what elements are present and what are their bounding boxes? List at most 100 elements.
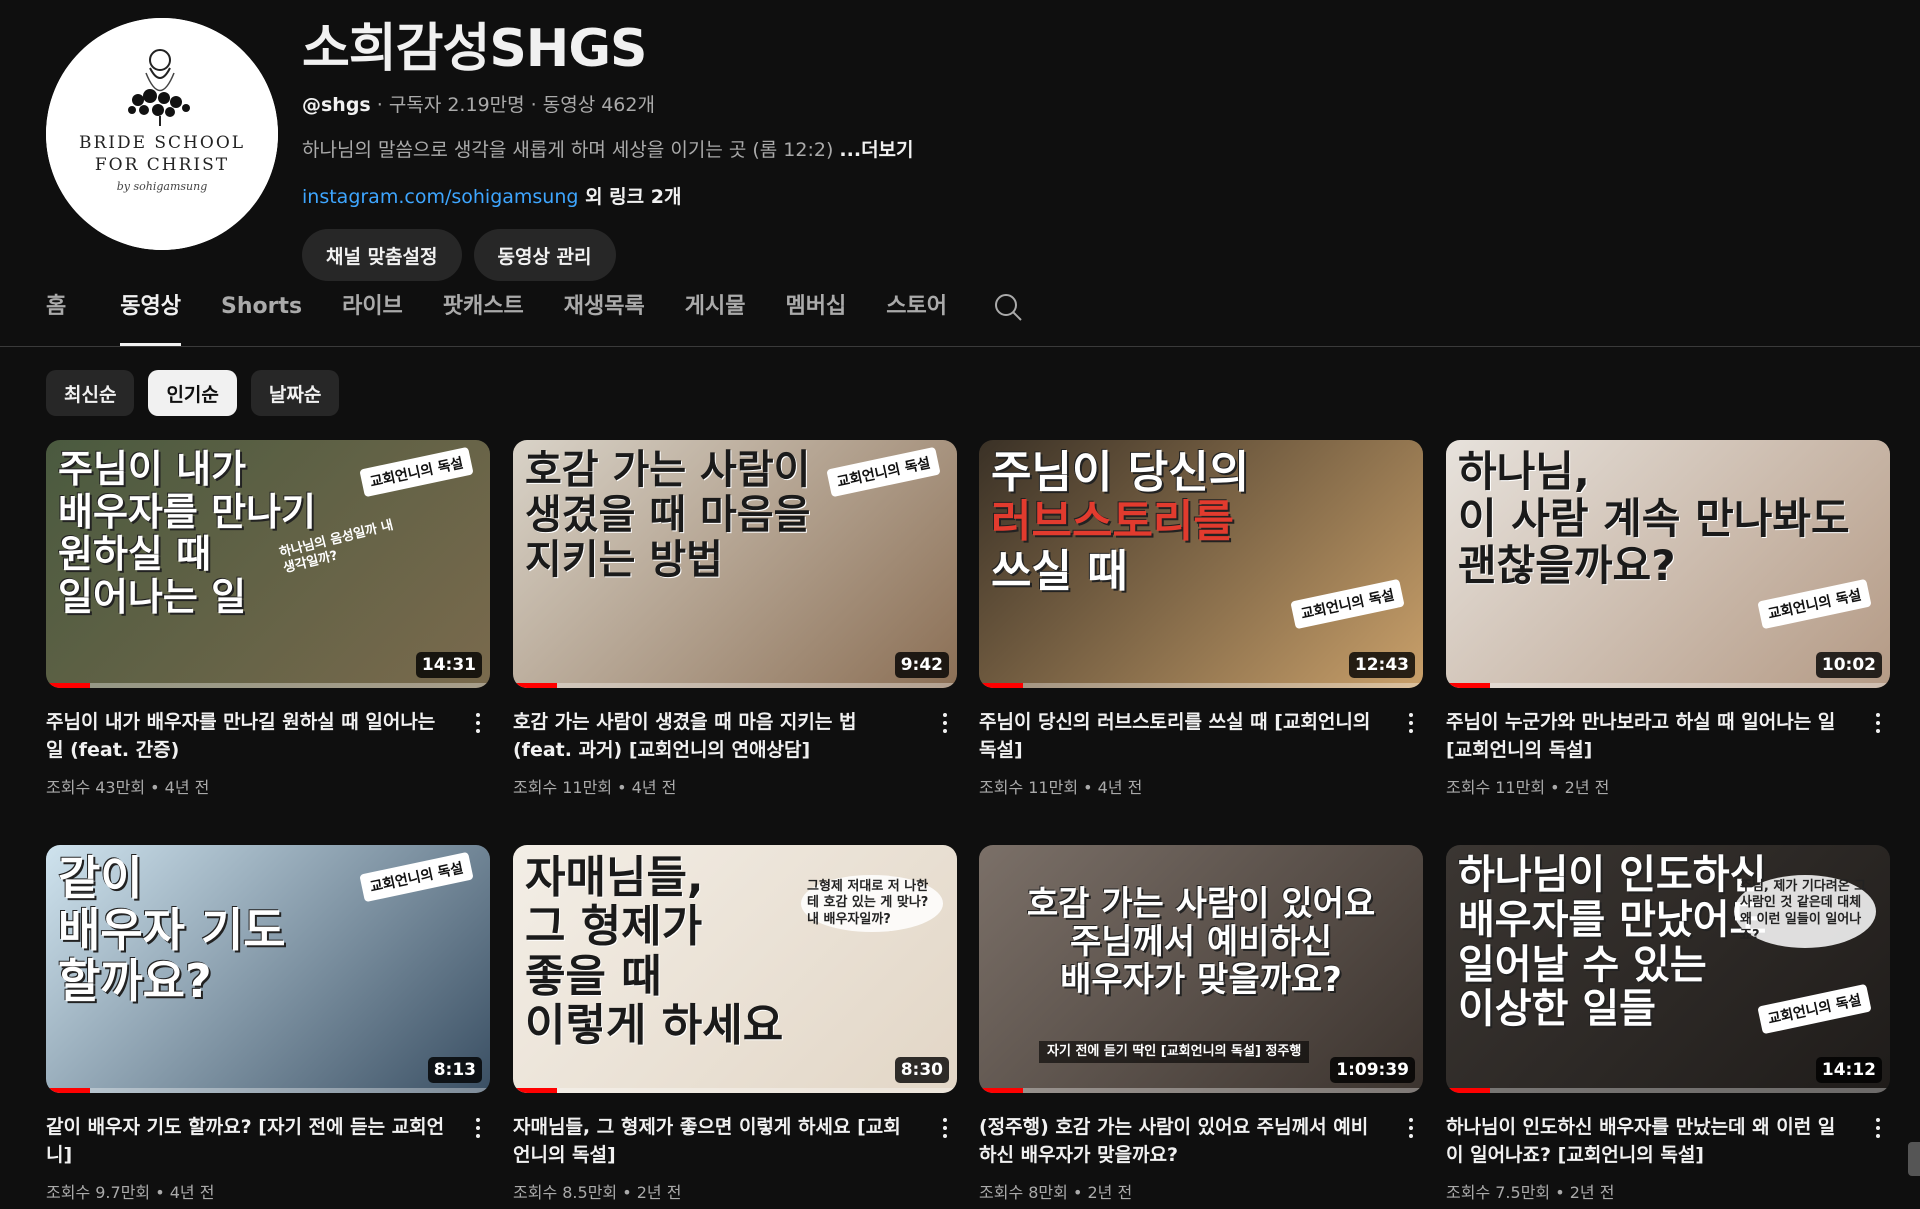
channel-info: 소희감성SHGS @shgs · 구독자 2.19만명 · 동영상 462개 하… [302,18,914,281]
video-card[interactable]: 같이 배우자 기도 할까요? 교회언니의 독설 8:13 같이 배우자 기도 할까요? [… [46,845,490,1203]
video-title[interactable]: 하나님이 인도하신 배우자를 만났는데 왜 이런 일이 일어나죠? [교회언니의… [1446,1113,1846,1169]
video-duration: 14:12 [1815,1057,1882,1083]
video-card[interactable]: 주님이 당신의 러브스토리를 쓰실 때 교회언니의 독설 12:43 주님이 당신의 러브… [979,440,1423,798]
thumbnail-text-line: 좋을 때 [525,950,662,1002]
more-options-icon[interactable] [1866,708,1890,738]
thumbnail-text-line: 이렇게 하세요 [525,999,784,1051]
more-options-icon[interactable] [1399,708,1423,738]
video-title[interactable]: 같이 배우자 기도 할까요? [자기 전에 듣는 교회언니] [46,1113,446,1169]
channel-meta: @shgs · 구독자 2.19만명 · 동영상 462개 [302,90,914,117]
watch-progress-fill [979,1088,1024,1093]
thumbnail-text-line: 러브스토리를 [991,496,1234,548]
channel-description[interactable]: 하나님의 말씀으로 생각을 새롭게 하며 세상을 이기는 곳 (롬 12:2) … [302,135,914,162]
tab-posts[interactable]: 게시물 [685,292,746,346]
video-card[interactable]: 하나님이 인도하신 배우자를 만났어도 일어날 수 있는 이상한 일들 주님, 제가 기… [1446,845,1890,1203]
avatar-logo: BRIDE SCHOOL FOR CHRIST by sohigamsung [46,18,278,250]
video-title[interactable]: 호감 가는 사람이 생겼을 때 마음 지키는 법 (feat. 과거) [교회언… [513,708,913,764]
thumbnail-text-line: 쓰실 때 [991,545,1128,597]
video-card[interactable]: 자매님들, 그 형제가 좋을 때 이렇게 하세요 그형제 저대로 저 나한테 호감 있는… [513,845,957,1203]
video-meta: 조회수 8만회 • 2년 전 [979,1183,1133,1202]
tab-home[interactable]: 홈 [46,292,66,346]
video-card[interactable]: 호감 가는 사람이 있어요 주님께서 예비하신 배우자가 맞을까요? 자기 전에 듣기… [979,845,1423,1203]
kebab-dot [1409,713,1413,717]
tab-playlists[interactable]: 재생목록 [564,292,645,346]
thumbnail-text-line: 그 형제가 [525,901,703,953]
video-title[interactable]: (정주행) 호감 가는 사람이 있어요 주님께서 예비하신 배우자가 맞을까요? [979,1113,1379,1169]
more-link[interactable]: ...더보기 [839,139,913,161]
video-meta: 조회수 9.7만회 • 4년 전 [46,1183,215,1202]
video-card[interactable]: 호감 가는 사람이 생겼을 때 마음을 지키는 방법 교회언니의 독설 9:42 호감 가… [513,440,957,798]
video-thumbnail[interactable]: 하나님이 인도하신 배우자를 만났어도 일어날 수 있는 이상한 일들 주님, 제가 기… [1446,845,1890,1093]
video-title[interactable]: 주님이 누군가와 만나보라고 하실 때 일어나는 일 [교회언니의 독설] [1446,708,1846,764]
video-thumbnail[interactable]: 주님이 내가 배우자를 만나기 원하실 때 일어나는 일 하나님의 음성일까 내 생각일… [46,440,490,688]
thumbnail-text-line: 주님께서 예비하신 [1069,922,1333,963]
video-meta: 조회수 8.5만회 • 2년 전 [513,1183,682,1202]
tab-live[interactable]: 라이브 [342,292,403,346]
thumbnail-text-line: 지키는 방법 [525,536,723,583]
video-card[interactable]: 하나님, 이 사람 계속 만나봐도 괜찮을까요? 교회언니의 독설 10:02 주님이 누… [1446,440,1890,798]
more-options-icon[interactable] [1866,1113,1890,1143]
more-options-icon[interactable] [933,1113,957,1143]
channel-buttons: 채널 맞춤설정 동영상 관리 [302,229,914,281]
channel-avatar[interactable]: BRIDE SCHOOL FOR CHRIST by sohigamsung [46,18,278,250]
watch-progress-fill [513,1088,558,1093]
kebab-dot [476,1134,480,1138]
chip-oldest[interactable]: 날짜순 [250,370,340,416]
customize-channel-button[interactable]: 채널 맞춤설정 [302,229,462,281]
more-options-icon[interactable] [933,708,957,738]
thumbnail-badge: 교회언니의 독설 [359,446,474,498]
tab-membership[interactable]: 멤버십 [785,292,846,346]
more-links[interactable]: 외 링크 2개 [578,186,681,208]
video-title[interactable]: 주님이 내가 배우자를 만나길 원하실 때 일어나는 일 (feat. 간증) [46,708,446,764]
thumbnail-text: 호감 가는 사람이 있어요 주님께서 예비하신 배우자가 맞을까요? [979,885,1423,999]
video-duration: 10:02 [1815,652,1882,678]
video-title[interactable]: 자매님들, 그 형제가 좋으면 이렇게 하세요 [교회언니의 독설] [513,1113,913,1169]
video-meta: 조회수 11만회 • 2년 전 [1446,778,1610,797]
video-thumbnail[interactable]: 호감 가는 사람이 생겼을 때 마음을 지키는 방법 교회언니의 독설 9:42 [513,440,957,688]
manage-videos-button[interactable]: 동영상 관리 [473,229,616,281]
video-thumbnail[interactable]: 같이 배우자 기도 할까요? 교회언니의 독설 8:13 [46,845,490,1093]
instagram-link[interactable]: instagram.com/sohigamsung [302,186,578,208]
thumbnail-badge: 교회언니의 독설 [826,446,941,498]
scrollbar-thumb[interactable] [1908,1142,1920,1176]
kebab-dot [1876,1126,1880,1130]
chip-latest[interactable]: 최신순 [46,370,135,416]
thumbnail-text: 하나님이 인도하신 배우자를 만났어도 일어날 수 있는 이상한 일들 [1458,853,1766,1032]
channel-tabs: 홈 동영상 Shorts 라이브 팟캐스트 재생목록 게시물 멤버십 스토어 [46,292,1023,346]
thumbnail-text-line: 생겼을 때 마음을 [525,491,811,538]
more-options-icon[interactable] [466,1113,490,1143]
channel-handle[interactable]: @shgs [302,94,371,116]
thumbnail-text: 주님이 당신의 러브스토리를 쓰실 때 [991,448,1249,596]
video-duration: 8:13 [427,1057,482,1083]
video-thumbnail[interactable]: 자매님들, 그 형제가 좋을 때 이렇게 하세요 그형제 저대로 저 나한테 호감 있는… [513,845,957,1093]
video-duration: 14:31 [415,652,482,678]
kebab-dot [1409,729,1413,733]
kebab-dot [943,1134,947,1138]
watch-progress-bar [46,1088,490,1093]
more-options-icon[interactable] [466,708,490,738]
video-thumbnail[interactable]: 호감 가는 사람이 있어요 주님께서 예비하신 배우자가 맞을까요? 자기 전에 듣기… [979,845,1423,1093]
more-options-icon[interactable] [1399,1113,1423,1143]
tab-podcasts[interactable]: 팟캐스트 [443,292,524,346]
tab-videos[interactable]: 동영상 [120,292,181,346]
kebab-dot [1409,1118,1413,1122]
tab-store[interactable]: 스토어 [886,292,947,346]
sort-chips: 최신순 인기순 날짜순 [46,370,340,416]
video-duration: 1:09:39 [1330,1057,1415,1083]
kebab-dot [1876,721,1880,725]
video-title[interactable]: 주님이 당신의 러브스토리를 쓰실 때 [교회언니의 독설] [979,708,1379,764]
watch-progress-bar [1446,683,1890,688]
thumbnail-subtext: 주님, 제가 기다려온 그 사람인 것 같은데 대체 왜 이런 일들이 일어나죠… [1734,875,1876,948]
video-duration: 12:43 [1348,652,1415,678]
video-thumbnail[interactable]: 주님이 당신의 러브스토리를 쓰실 때 교회언니의 독설 12:43 [979,440,1423,688]
tab-shorts[interactable]: Shorts [221,292,302,346]
channel-page: BRIDE SCHOOL FOR CHRIST by sohigamsung 소… [0,0,1920,1209]
kebab-dot [943,1126,947,1130]
channel-header: BRIDE SCHOOL FOR CHRIST by sohigamsung 소… [46,18,1846,281]
chip-popular[interactable]: 인기순 [148,370,237,416]
thumbnail-subtext: 그형제 저대로 저 나한테 호감 있는 게 맞나? 내 배우자일까? [801,875,943,932]
video-thumbnail[interactable]: 하나님, 이 사람 계속 만나봐도 괜찮을까요? 교회언니의 독설 10:02 [1446,440,1890,688]
search-icon[interactable] [993,292,1023,322]
video-card[interactable]: 주님이 내가 배우자를 만나기 원하실 때 일어나는 일 하나님의 음성일까 내 생각일… [46,440,490,798]
watch-progress-bar [979,683,1423,688]
